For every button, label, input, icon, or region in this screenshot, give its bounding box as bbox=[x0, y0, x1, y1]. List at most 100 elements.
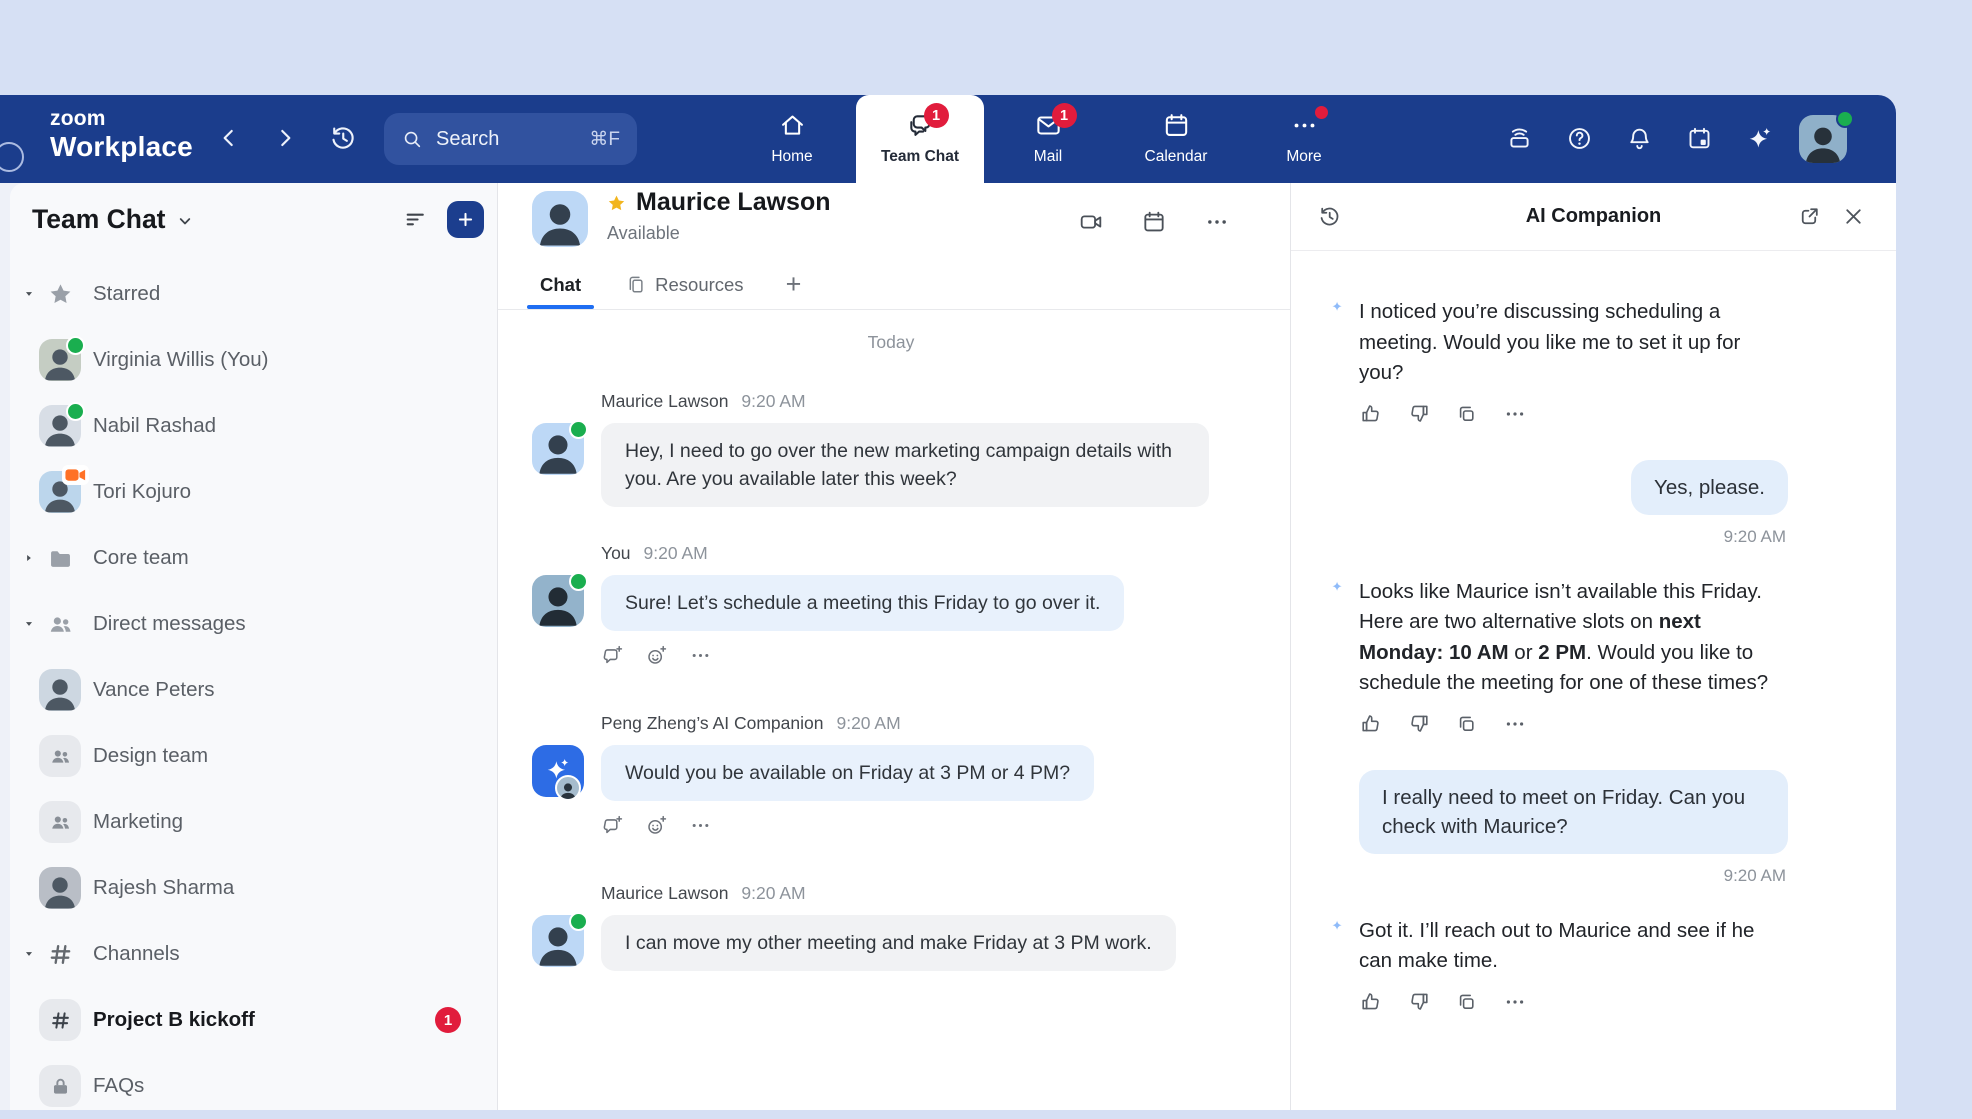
forward-icon[interactable] bbox=[272, 125, 298, 151]
ai-response-actions bbox=[1359, 712, 1896, 736]
sidebar-item-label: Core team bbox=[93, 546, 189, 570]
chat-message: Maurice Lawson9:20 AM Hey, I need to go … bbox=[532, 391, 1250, 507]
caret-right-icon[interactable] bbox=[22, 551, 37, 566]
sidebar-item-label: Nabil Rashad bbox=[93, 414, 216, 438]
more-icon bbox=[1204, 209, 1230, 235]
message-bubble: I can move my other meeting and make Fri… bbox=[601, 915, 1176, 971]
more-icon[interactable] bbox=[689, 814, 712, 837]
tab-resources[interactable]: Resources bbox=[621, 260, 747, 309]
ai-companion-panel: AI Companion I noticed you’re discussing… bbox=[1290, 183, 1896, 1110]
thumbs-down-icon[interactable] bbox=[1407, 990, 1431, 1014]
more-icon[interactable] bbox=[1503, 402, 1527, 426]
copy-icon[interactable] bbox=[1455, 990, 1479, 1014]
nav-tab-team-chat[interactable]: 1 Team Chat bbox=[856, 95, 984, 183]
tab-chat[interactable]: Chat bbox=[536, 260, 585, 309]
contact-avatar bbox=[532, 191, 588, 247]
sidebar-item-nabil-rashad[interactable]: Nabil Rashad bbox=[10, 393, 497, 459]
history-icon[interactable] bbox=[328, 123, 358, 153]
sidebar-item-core-team[interactable]: Core team bbox=[10, 525, 497, 591]
add-tab-button[interactable]: + bbox=[786, 271, 802, 298]
add-chat-button[interactable] bbox=[447, 201, 484, 238]
sidebar-item-design-team[interactable]: Design team bbox=[10, 723, 497, 789]
nav-tab-home[interactable]: Home bbox=[728, 95, 856, 183]
thumbs-down-icon bbox=[1407, 990, 1431, 1014]
video-icon[interactable] bbox=[1078, 209, 1104, 235]
decorative-circle bbox=[0, 142, 24, 172]
tab-label: Resources bbox=[655, 274, 743, 296]
sidebar-item-label: Starred bbox=[93, 282, 160, 306]
sidebar-item-faqs[interactable]: FAQs bbox=[10, 1053, 497, 1119]
sidebar-item-label: Virginia Willis (You) bbox=[93, 348, 268, 372]
caret-down-icon[interactable] bbox=[22, 617, 37, 632]
sidebar-item-channels[interactable]: Channels bbox=[10, 921, 497, 987]
top-bar: zoom Workplace Search ⌘F Home 1 Team Cha… bbox=[0, 95, 1896, 183]
ai-sparkle-icon bbox=[1311, 917, 1345, 951]
emoji-icon[interactable] bbox=[645, 644, 668, 667]
ai-response-actions bbox=[1359, 990, 1896, 1014]
calendar-icon bbox=[1141, 209, 1167, 235]
emoji-icon[interactable] bbox=[645, 814, 668, 837]
nav-tab-label: Home bbox=[771, 148, 812, 166]
thumbs-down-icon[interactable] bbox=[1407, 402, 1431, 426]
ai-sparkle-icon[interactable] bbox=[1746, 125, 1773, 152]
hash-icon bbox=[47, 941, 74, 968]
thumbs-up-icon[interactable] bbox=[1359, 990, 1383, 1014]
caret-down-icon[interactable] bbox=[22, 287, 37, 302]
notifications-icon[interactable] bbox=[1626, 125, 1653, 152]
help-icon[interactable] bbox=[1566, 125, 1593, 152]
sidebar-item-starred[interactable]: Starred bbox=[10, 261, 497, 327]
sidebar-title: Team Chat bbox=[32, 204, 166, 235]
calendar-icon[interactable] bbox=[1141, 209, 1167, 235]
nav-tab-mail[interactable]: 1 Mail bbox=[984, 95, 1112, 183]
unread-badge: 1 bbox=[435, 1007, 461, 1033]
close-icon[interactable] bbox=[1841, 204, 1866, 229]
thumbs-up-icon[interactable] bbox=[1359, 712, 1383, 736]
more-icon[interactable] bbox=[1503, 990, 1527, 1014]
message-bubble: I really need to meet on Friday. Can you… bbox=[1359, 770, 1788, 854]
lock-icon bbox=[39, 1065, 81, 1107]
more-icon bbox=[689, 644, 712, 667]
comment-icon[interactable] bbox=[601, 644, 624, 667]
ai-companion-avatar bbox=[532, 745, 584, 797]
search-input[interactable]: Search ⌘F bbox=[384, 113, 637, 165]
filter-icon[interactable] bbox=[403, 207, 428, 232]
thumbs-up-icon[interactable] bbox=[1359, 402, 1383, 426]
sidebar-header: Team Chat bbox=[10, 183, 497, 255]
back-icon[interactable] bbox=[216, 125, 242, 151]
sidebar-item-direct-messages[interactable]: Direct messages bbox=[10, 591, 497, 657]
ai-panel-header: AI Companion bbox=[1291, 183, 1896, 251]
sidebar-item-tori-kojuro[interactable]: Tori Kojuro bbox=[10, 459, 497, 525]
message-time: 9:20 AM bbox=[1291, 527, 1896, 547]
nav-tab-more[interactable]: More bbox=[1240, 95, 1368, 183]
people-icon bbox=[39, 603, 81, 645]
pages-icon bbox=[625, 274, 647, 296]
more-icon[interactable] bbox=[1503, 712, 1527, 736]
sidebar-item-virginia-willis-you[interactable]: Virginia Willis (You) bbox=[10, 327, 497, 393]
avatar bbox=[532, 423, 584, 475]
chevron-down-icon[interactable] bbox=[175, 211, 195, 231]
calendar-icon bbox=[1162, 111, 1191, 140]
more-icon[interactable] bbox=[1204, 209, 1230, 235]
date-divider: Today bbox=[532, 332, 1250, 353]
sidebar-item-project-b-kickoff[interactable]: Project B kickoff 1 bbox=[10, 987, 497, 1053]
sidebar-item-rajesh-sharma[interactable]: Rajesh Sharma bbox=[10, 855, 497, 921]
ai-message: I noticed you’re discussing scheduling a… bbox=[1291, 297, 1896, 389]
sidebar-item-marketing[interactable]: Marketing bbox=[10, 789, 497, 855]
thumbs-down-icon[interactable] bbox=[1407, 712, 1431, 736]
caret-down-icon[interactable] bbox=[22, 947, 37, 962]
open-in-new-icon[interactable] bbox=[1797, 204, 1822, 229]
message-time: 9:20 AM bbox=[1291, 866, 1896, 886]
people-icon bbox=[47, 611, 74, 638]
copy-icon[interactable] bbox=[1455, 402, 1479, 426]
sidebar-item-vance-peters[interactable]: Vance Peters bbox=[10, 657, 497, 723]
more-icon[interactable] bbox=[689, 644, 712, 667]
copy-icon[interactable] bbox=[1455, 712, 1479, 736]
nav-tab-calendar[interactable]: Calendar bbox=[1112, 95, 1240, 183]
star-icon[interactable] bbox=[606, 193, 627, 214]
presence-online-indicator bbox=[569, 572, 588, 591]
connect-device-icon[interactable] bbox=[1506, 125, 1533, 152]
unread-badge: 1 bbox=[924, 103, 949, 128]
comment-icon[interactable] bbox=[601, 814, 624, 837]
ai-sparkle-icon bbox=[1311, 578, 1345, 612]
schedule-icon[interactable] bbox=[1686, 125, 1713, 152]
